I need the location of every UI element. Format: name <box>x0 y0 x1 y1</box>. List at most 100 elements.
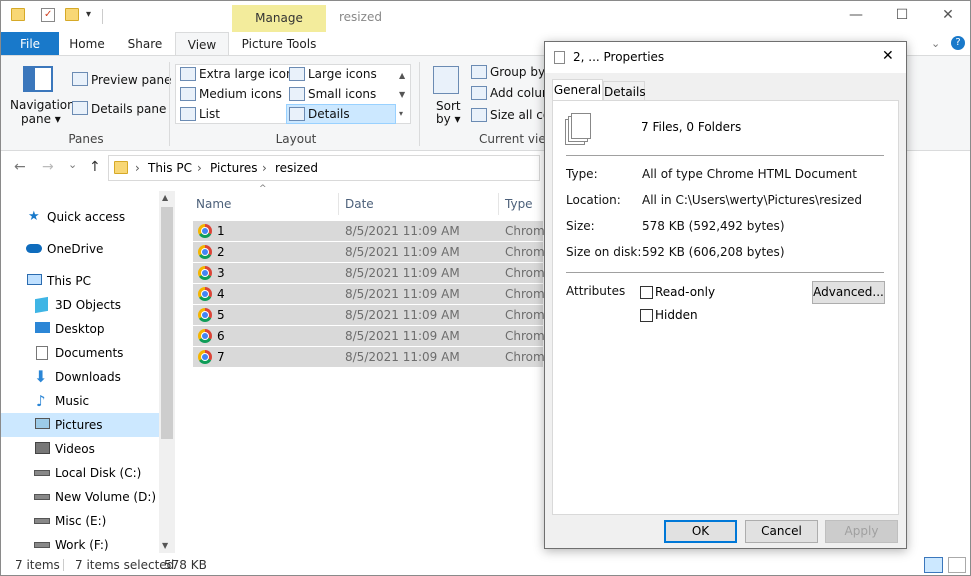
file-name: 5 <box>217 308 225 322</box>
close-button[interactable]: ✕ <box>936 7 960 27</box>
forward-button[interactable]: → <box>42 159 54 175</box>
new-folder-quick-icon[interactable] <box>65 8 81 24</box>
download-arrow-icon: ⬇ <box>34 367 48 386</box>
nav-item-label: Misc (E:) <box>55 514 107 528</box>
nav-item-quick-access[interactable]: ★ Quick access <box>1 205 159 229</box>
ok-button[interactable]: OK <box>664 520 737 543</box>
navigation-pane-button-line2[interactable]: pane ▾ <box>21 112 61 126</box>
manage-contextual-tab[interactable]: Manage <box>232 5 326 32</box>
pictures-icon <box>35 418 50 429</box>
preview-pane-button[interactable]: Preview pane <box>91 73 171 87</box>
medium-icons-option[interactable]: Medium icons <box>199 87 282 101</box>
scroll-down-icon[interactable]: ▼ <box>162 541 168 550</box>
tab-home[interactable]: Home <box>61 32 113 56</box>
small-icons-icon <box>289 87 305 101</box>
large-icons-option[interactable]: Large icons <box>308 67 377 81</box>
nav-scrollbar-thumb[interactable] <box>161 207 173 439</box>
address-bar[interactable]: › This PC › Pictures › resized <box>108 155 540 181</box>
breadcrumb-this-pc[interactable]: This PC <box>148 161 192 175</box>
sort-by-button-line2[interactable]: by ▾ <box>436 112 461 126</box>
tab-share[interactable]: Share <box>119 32 171 56</box>
minimize-button[interactable]: — <box>844 7 868 27</box>
read-only-label[interactable]: Read-only <box>655 285 715 299</box>
dialog-close-button[interactable]: ✕ <box>882 48 894 64</box>
maximize-button[interactable]: ☐ <box>890 7 914 27</box>
column-divider[interactable] <box>498 193 499 215</box>
title-separator <box>102 9 103 24</box>
nav-item-local-disk-c[interactable]: Local Disk (C:) <box>1 461 159 485</box>
nav-item-label: Downloads <box>55 370 121 384</box>
file-row[interactable]: 3 8/5/2021 11:09 AM Chrome <box>193 263 552 284</box>
add-columns-icon <box>471 86 487 100</box>
file-row[interactable]: 4 8/5/2021 11:09 AM Chrome <box>193 284 552 305</box>
breadcrumb-separator[interactable]: › <box>262 161 267 175</box>
details-option[interactable]: Details <box>308 107 350 121</box>
large-icons-view-toggle-icon[interactable] <box>948 557 966 573</box>
properties-quick-icon[interactable]: ✓ <box>41 8 55 22</box>
nav-item-downloads[interactable]: ⬇ Downloads <box>1 365 159 389</box>
help-icon[interactable]: ? <box>951 36 965 50</box>
breadcrumb-pictures[interactable]: Pictures <box>210 161 258 175</box>
tab-file[interactable]: File <box>1 32 59 56</box>
recent-locations-button[interactable]: ⌄ <box>68 158 77 171</box>
gallery-scroll-icon[interactable]: ▲ ▼ ▾ <box>399 66 405 123</box>
navigation-pane-button[interactable]: Navigation <box>10 98 75 112</box>
column-header-name[interactable]: Name <box>196 191 231 217</box>
file-row[interactable]: 1 8/5/2021 11:09 AM Chrome <box>193 221 552 242</box>
column-header-type[interactable]: Type <box>505 191 533 217</box>
dialog-title: 2, ... Properties <box>573 50 665 64</box>
tab-view[interactable]: View <box>175 32 229 56</box>
read-only-checkbox[interactable] <box>640 286 653 299</box>
apply-button[interactable]: Apply <box>825 520 898 543</box>
nav-item-pictures[interactable]: Pictures <box>1 413 159 437</box>
up-button[interactable]: ↑ <box>89 159 101 175</box>
size-on-disk-value: 592 KB (606,208 bytes) <box>642 245 785 259</box>
file-date: 8/5/2021 11:09 AM <box>345 245 460 259</box>
list-option[interactable]: List <box>199 107 220 121</box>
nav-item-this-pc[interactable]: This PC <box>1 269 159 293</box>
group-by-icon <box>471 65 487 79</box>
nav-item-videos[interactable]: Videos <box>1 437 159 461</box>
nav-item-desktop[interactable]: Desktop <box>1 317 159 341</box>
file-count-summary: 7 Files, 0 Folders <box>641 120 742 134</box>
column-divider[interactable] <box>338 193 339 215</box>
breadcrumb-resized[interactable]: resized <box>275 161 318 175</box>
nav-item-music[interactable]: ♪ Music <box>1 389 159 413</box>
sort-by-button[interactable]: Sort <box>436 99 461 113</box>
file-row[interactable]: 5 8/5/2021 11:09 AM Chrome <box>193 305 552 326</box>
nav-item-new-volume-d[interactable]: New Volume (D:) <box>1 485 159 509</box>
details-pane-button[interactable]: Details pane <box>91 102 166 116</box>
hidden-checkbox[interactable] <box>640 309 653 322</box>
file-name: 7 <box>217 350 225 364</box>
scroll-up-icon[interactable]: ▲ <box>162 193 168 202</box>
breadcrumb-separator[interactable]: › <box>197 161 202 175</box>
file-row[interactable]: 2 8/5/2021 11:09 AM Chrome <box>193 242 552 263</box>
column-header-date[interactable]: Date <box>345 191 374 217</box>
drive-icon <box>34 542 50 548</box>
collapse-ribbon-icon[interactable]: ⌄ <box>931 37 940 50</box>
breadcrumb-separator[interactable]: › <box>135 161 140 175</box>
details-view-toggle-icon[interactable] <box>924 557 943 573</box>
advanced-button[interactable]: Advanced... <box>812 281 885 304</box>
nav-item-onedrive[interactable]: OneDrive <box>1 237 159 261</box>
tab-general[interactable]: General <box>552 79 603 101</box>
nav-item-3d-objects[interactable]: 3D Objects <box>1 293 159 317</box>
hidden-label[interactable]: Hidden <box>655 308 698 322</box>
chrome-icon <box>198 266 212 280</box>
customize-quick-access-icon[interactable]: ▾ <box>86 9 91 20</box>
nav-item-documents[interactable]: Documents <box>1 341 159 365</box>
file-row[interactable]: 7 8/5/2021 11:09 AM Chrome <box>193 347 552 368</box>
sort-ascending-icon: ^ <box>259 184 267 194</box>
cube-icon <box>35 296 48 314</box>
cancel-button[interactable]: Cancel <box>745 520 818 543</box>
file-name: 4 <box>217 287 225 301</box>
extra-large-icons-option[interactable]: Extra large icons <box>199 67 300 81</box>
back-button[interactable]: ← <box>14 159 26 175</box>
nav-item-misc-e[interactable]: Misc (E:) <box>1 509 159 533</box>
folder-icon <box>11 8 27 24</box>
large-icons-icon <box>289 67 305 81</box>
small-icons-option[interactable]: Small icons <box>308 87 376 101</box>
file-row[interactable]: 6 8/5/2021 11:09 AM Chrome <box>193 326 552 347</box>
tab-details[interactable]: Details <box>603 81 646 102</box>
tab-picture-tools[interactable]: Picture Tools <box>232 32 326 56</box>
